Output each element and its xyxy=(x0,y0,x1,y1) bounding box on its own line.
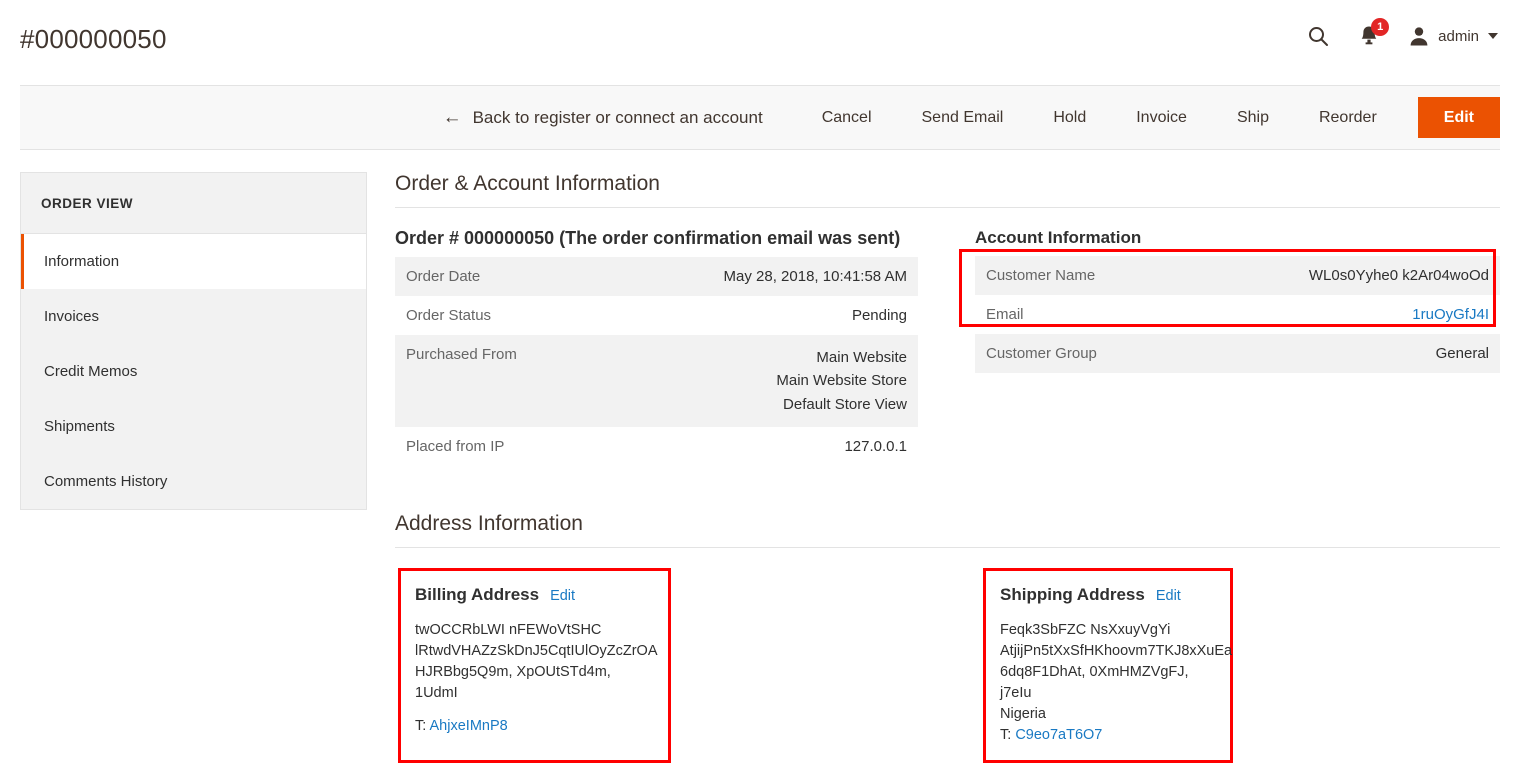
notifications-button[interactable]: 1 xyxy=(1356,22,1382,50)
order-view-sidebar: ORDER VIEW Information Invoices Credit M… xyxy=(20,172,367,510)
customer-name-label: Customer Name xyxy=(975,256,1179,295)
order-status-label: Order Status xyxy=(395,296,596,335)
billing-address-header: Billing Address Edit xyxy=(415,583,654,608)
billing-address-block: Billing Address Edit twOCCRbLWI nFEWoVtS… xyxy=(398,568,671,763)
back-to-register-link[interactable]: ← Back to register or connect an account xyxy=(443,108,763,128)
cancel-button[interactable]: Cancel xyxy=(797,109,897,127)
address-information-section: Address Information Billing Address Edit… xyxy=(395,512,1500,763)
notification-count-badge: 1 xyxy=(1371,18,1389,36)
table-row: Customer Group General xyxy=(975,334,1500,373)
order-information-block: Order # 000000050 (The order confirmatio… xyxy=(395,228,918,466)
order-heading: Order # 000000050 (The order confirmatio… xyxy=(395,228,918,249)
table-row: Customer Name WL0s0Yyhe0 k2Ar04woOd xyxy=(975,256,1500,295)
page-header: #000000050 1 admin xyxy=(0,0,1520,85)
shipping-address-phone: T: C9eo7aT6O7 xyxy=(1000,725,1216,746)
sidebar-title: ORDER VIEW xyxy=(21,173,366,234)
edit-button[interactable]: Edit xyxy=(1418,97,1500,138)
shipping-address-block: Shipping Address Edit Feqk3SbFZC NsXxuyV… xyxy=(983,568,1233,763)
billing-address-heading: Billing Address xyxy=(415,583,539,608)
invoice-button[interactable]: Invoice xyxy=(1111,109,1212,127)
order-date-label: Order Date xyxy=(395,257,596,296)
admin-username: admin xyxy=(1438,28,1479,45)
customer-group-label: Customer Group xyxy=(975,334,1179,373)
account-information-heading: Account Information xyxy=(975,228,1500,248)
reorder-button[interactable]: Reorder xyxy=(1294,109,1402,127)
customer-name-value: WL0s0Yyhe0 k2Ar04woOd xyxy=(1179,256,1500,295)
sidebar-item-invoices[interactable]: Invoices xyxy=(21,289,366,344)
placed-from-ip-value: 127.0.0.1 xyxy=(596,427,918,466)
order-status-value: Pending xyxy=(596,296,918,335)
table-row: Email 1ruOyGfJ4I xyxy=(975,295,1500,334)
address-columns: Billing Address Edit twOCCRbLWI nFEWoVtS… xyxy=(395,568,1500,763)
table-row: Placed from IP 127.0.0.1 xyxy=(395,427,918,466)
back-link-label: Back to register or connect an account xyxy=(473,108,763,128)
shipping-address-edit-link[interactable]: Edit xyxy=(1156,586,1181,607)
email-label: Email xyxy=(975,295,1179,334)
account-information-table: Customer Name WL0s0Yyhe0 k2Ar04woOd Emai… xyxy=(975,256,1500,373)
user-menu[interactable]: admin xyxy=(1408,25,1498,47)
shipping-address-header: Shipping Address Edit xyxy=(1000,583,1216,608)
shipping-phone-prefix: T: xyxy=(1000,727,1011,743)
page-content: ORDER VIEW Information Invoices Credit M… xyxy=(0,150,1520,763)
shipping-address-lines: Feqk3SbFZC NsXxuyVgYiAtjijPn5tXxSfHKhoov… xyxy=(1000,620,1216,725)
header-tools: 1 admin xyxy=(1306,22,1498,50)
account-information-block: Account Information Customer Name WL0s0Y… xyxy=(918,228,1500,466)
sidebar-item-information[interactable]: Information xyxy=(21,234,366,289)
table-row: Order Status Pending xyxy=(395,296,918,335)
send-email-button[interactable]: Send Email xyxy=(897,109,1029,127)
main-panel: Order & Account Information Order # 0000… xyxy=(367,172,1500,763)
hold-button[interactable]: Hold xyxy=(1028,109,1111,127)
sidebar-item-shipments[interactable]: Shipments xyxy=(21,399,366,454)
billing-address-phone: T: AhjxeIMnP8 xyxy=(415,716,654,737)
order-account-information-title: Order & Account Information xyxy=(395,172,1500,208)
customer-email-link[interactable]: 1ruOyGfJ4I xyxy=(1412,306,1489,323)
billing-address-lines: twOCCRbLWI nFEWoVtSHClRtwdVHAZzSkDnJ5Cqt… xyxy=(415,620,654,704)
sidebar-item-credit-memos[interactable]: Credit Memos xyxy=(21,344,366,399)
billing-address-edit-link[interactable]: Edit xyxy=(550,586,575,607)
page-actions-toolbar: ← Back to register or connect an account… xyxy=(20,85,1500,150)
billing-phone-prefix: T: xyxy=(415,718,426,734)
table-row: Order Date May 28, 2018, 10:41:58 AM xyxy=(395,257,918,296)
sidebar-item-comments-history[interactable]: Comments History xyxy=(21,454,366,509)
table-row: Purchased From Main WebsiteMain Website … xyxy=(395,335,918,427)
billing-phone-link[interactable]: AhjxeIMnP8 xyxy=(430,718,508,734)
ship-button[interactable]: Ship xyxy=(1212,109,1294,127)
placed-from-ip-label: Placed from IP xyxy=(395,427,596,466)
shipping-phone-link[interactable]: C9eo7aT6O7 xyxy=(1015,727,1102,743)
purchased-from-label: Purchased From xyxy=(395,335,596,427)
user-avatar-icon xyxy=(1408,25,1430,47)
search-icon[interactable] xyxy=(1306,24,1330,48)
page-title: #000000050 xyxy=(20,24,167,55)
info-columns: Order # 000000050 (The order confirmatio… xyxy=(395,228,1500,466)
chevron-down-icon xyxy=(1488,33,1498,39)
address-information-title: Address Information xyxy=(395,512,1500,548)
arrow-left-icon: ← xyxy=(443,108,462,127)
order-information-table: Order Date May 28, 2018, 10:41:58 AM Ord… xyxy=(395,257,918,466)
customer-group-value: General xyxy=(1179,334,1500,373)
purchased-from-value: Main WebsiteMain Website StoreDefault St… xyxy=(596,335,918,427)
order-date-value: May 28, 2018, 10:41:58 AM xyxy=(596,257,918,296)
shipping-address-heading: Shipping Address xyxy=(1000,583,1145,608)
